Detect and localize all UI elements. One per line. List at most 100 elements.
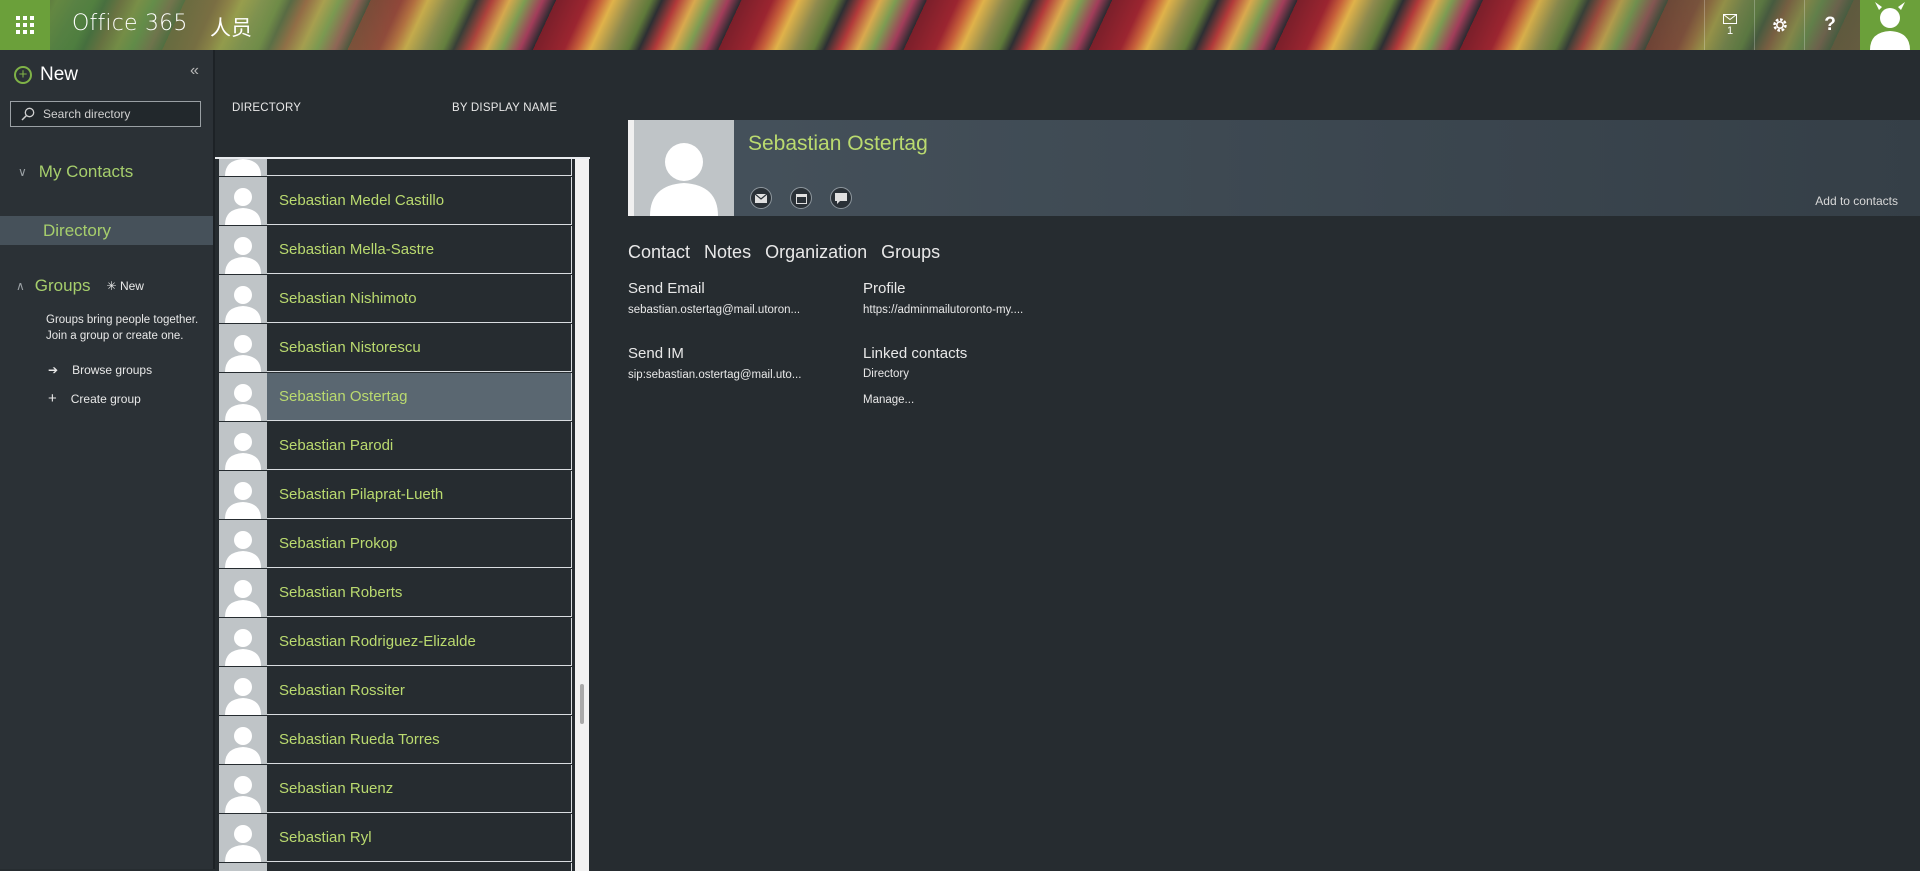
contact-name: Sebastian Roberts [279, 584, 402, 601]
app-launcher-button[interactable] [0, 0, 50, 50]
left-navigation: + New « ∨ My Contacts Directory ∧ Groups… [0, 50, 215, 869]
manage-link[interactable]: Manage... [863, 394, 914, 406]
send-im-button[interactable] [830, 187, 852, 209]
help-icon: ? [1824, 14, 1836, 36]
create-group-label: Create group [71, 392, 141, 406]
groups-header: ∧ Groups ✳ New [16, 276, 144, 296]
directory-item[interactable]: Directory [0, 216, 213, 245]
send-im-label: Send IM [628, 345, 684, 362]
mail-notification-button[interactable]: 1 [1704, 0, 1755, 50]
help-button[interactable]: ? [1804, 0, 1855, 50]
list-item[interactable]: Sebastian Ruenz [219, 765, 572, 813]
list-item[interactable]: Sebastian Nistorescu [219, 324, 572, 372]
search-input[interactable] [41, 106, 195, 122]
list-item[interactable]: Sebastian Sall... [219, 863, 572, 871]
chevron-up-icon[interactable]: ∧ [16, 279, 25, 293]
contact-name: Sebastian Nistorescu [279, 339, 421, 356]
person-placeholder-icon [219, 667, 267, 715]
mail-icon [1723, 14, 1737, 24]
person-placeholder-icon [219, 226, 267, 274]
list-item[interactable]: Sebastian Rueda Torres [219, 716, 572, 764]
send-im-value[interactable]: sip:sebastian.ostertag@mail.uto... [628, 369, 801, 381]
list-item[interactable]: Sebastian Roberts [219, 569, 572, 617]
gear-icon [1771, 16, 1789, 34]
contact-name: Sebastian Ryl [279, 829, 372, 846]
email-icon [755, 194, 767, 203]
contact-name: Sebastian Rodriguez-Elizalde [279, 633, 476, 650]
groups-label[interactable]: Groups [35, 276, 91, 296]
avatar [1867, 2, 1913, 50]
profile-label: Profile [863, 280, 906, 297]
list-item[interactable]: Sebastian Ryl [219, 814, 572, 862]
person-placeholder-icon [219, 569, 267, 617]
my-contacts-item[interactable]: ∨ My Contacts [18, 162, 133, 182]
list-item[interactable]: Sebastian Nishimoto [219, 275, 572, 323]
person-placeholder-icon [219, 373, 267, 421]
search-box[interactable] [10, 101, 201, 127]
contact-name: Sebastian Parodi [279, 437, 393, 454]
asterisk-icon: ✳ [107, 279, 117, 293]
plus-icon: + [48, 390, 57, 407]
person-placeholder-icon [219, 177, 267, 225]
detail-tabs: Contact Notes Organization Groups [628, 242, 940, 263]
chat-icon [835, 193, 847, 204]
tab-organization[interactable]: Organization [765, 242, 867, 263]
contact-name: Sebastian Rueda Torres [279, 731, 440, 748]
directory-label: Directory [43, 221, 111, 241]
contact-list: Sebastian Sall... Sebastian Ryl Sebastian … [215, 157, 590, 871]
contact-list-column: DIRECTORY BY DISPLAY NAME Sebastian Sall… [215, 50, 590, 869]
send-email-label: Send Email [628, 280, 705, 297]
browse-groups-label: Browse groups [72, 363, 152, 377]
user-avatar-button[interactable] [1860, 0, 1920, 50]
tab-contact[interactable]: Contact [628, 242, 690, 263]
scroll-thumb[interactable] [580, 684, 584, 724]
new-group-button[interactable]: ✳ New [107, 279, 144, 293]
linked-contacts-label: Linked contacts [863, 345, 967, 362]
person-placeholder-icon [219, 618, 267, 666]
list-item[interactable]: Sebastian Ostertag [219, 373, 572, 421]
person-placeholder-icon [219, 471, 267, 519]
tab-notes[interactable]: Notes [704, 242, 751, 263]
create-group-link[interactable]: + Create group [48, 390, 141, 407]
scrollbar[interactable] [575, 159, 589, 871]
search-icon [21, 107, 35, 121]
browse-groups-link[interactable]: ➔ Browse groups [48, 363, 152, 377]
list-item[interactable]: Sebastian Prokop [219, 520, 572, 568]
person-placeholder-icon [219, 716, 267, 764]
contact-name: Sebastian Ostertag [279, 388, 407, 405]
person-placeholder-icon [219, 520, 267, 568]
list-item[interactable]: Sebastian Rodriguez-Elizalde [219, 618, 572, 666]
contact-card-header: Sebastian Ostertag Add to contacts [628, 120, 1920, 216]
person-placeholder-icon [644, 132, 724, 216]
person-placeholder-icon [219, 765, 267, 813]
person-placeholder-icon [219, 157, 267, 176]
send-email-value[interactable]: sebastian.ostertag@mail.utoron... [628, 304, 800, 316]
sort-by-display-name[interactable]: BY DISPLAY NAME [452, 102, 557, 114]
list-item[interactable]: Sebastian Parodi [219, 422, 572, 470]
list-item[interactable]: Sebastian Mella-Sastre [219, 226, 572, 274]
waffle-icon [16, 16, 34, 34]
contact-name: Sebastian Ostertag [748, 132, 928, 156]
collapse-pane-button[interactable]: « [190, 62, 199, 80]
tab-groups[interactable]: Groups [881, 242, 940, 263]
list-item[interactable]: Sebastian Pilaprat-Lueth [219, 471, 572, 519]
new-contact-button[interactable]: + New [14, 64, 78, 86]
list-item[interactable]: Sebastian Rossiter [219, 667, 572, 715]
list-item[interactable]: Sebastian Medel Castillo [219, 177, 572, 225]
app-title: 人员 [210, 12, 252, 42]
person-placeholder-icon [219, 814, 267, 862]
calendar-icon [796, 193, 807, 204]
contact-name: Sebastian Ruenz [279, 780, 393, 797]
brand-name[interactable]: Office 365 [72, 11, 188, 36]
settings-button[interactable] [1754, 0, 1805, 50]
chevron-down-icon: ∨ [18, 165, 27, 179]
my-contacts-label: My Contacts [39, 162, 133, 182]
linked-contacts-value: Directory [863, 368, 909, 380]
list-item[interactable] [219, 157, 572, 176]
send-email-button[interactable] [750, 187, 772, 209]
directory-header[interactable]: DIRECTORY [232, 102, 301, 114]
add-to-contacts-link[interactable]: Add to contacts [1815, 194, 1898, 208]
profile-value[interactable]: https://adminmailutoronto-my.... [863, 304, 1023, 316]
contact-name: Sebastian Medel Castillo [279, 192, 444, 209]
schedule-meeting-button[interactable] [790, 187, 812, 209]
